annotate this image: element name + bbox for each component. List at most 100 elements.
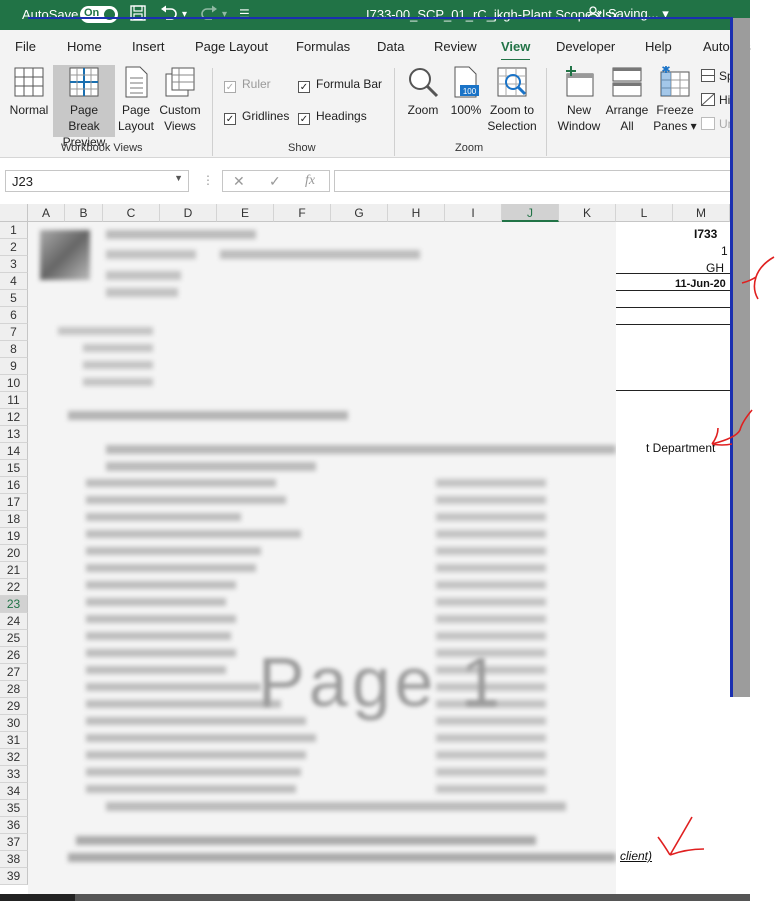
ruler-checkbox[interactable]: ✓ Ruler <box>224 77 271 93</box>
confirm-icon[interactable]: ✓ <box>269 173 281 190</box>
normal-view-button[interactable]: Normal <box>6 66 52 136</box>
tab-formulas[interactable]: Formulas <box>296 39 350 54</box>
sheet-tabs-strip[interactable] <box>0 894 75 901</box>
headings-checkbox[interactable]: ✓ Headings <box>298 109 367 125</box>
row-header-25[interactable]: 25 <box>0 630 28 647</box>
row-header-5[interactable]: 5 <box>0 290 28 307</box>
row-header-17[interactable]: 17 <box>0 494 28 511</box>
autosave-toggle[interactable]: On <box>80 6 118 23</box>
horizontal-scrollbar[interactable] <box>75 894 750 901</box>
row-header-22[interactable]: 22 <box>0 579 28 596</box>
cell-m1[interactable]: I733 <box>694 227 717 241</box>
row-header-32[interactable]: 32 <box>0 749 28 766</box>
row-header-11[interactable]: 11 <box>0 392 28 409</box>
row-header-14[interactable]: 14 <box>0 443 28 460</box>
row-header-23[interactable]: 23 <box>0 596 28 613</box>
tab-page-layout[interactable]: Page Layout <box>195 39 268 54</box>
tab-home[interactable]: Home <box>67 39 102 54</box>
row-header-30[interactable]: 30 <box>0 715 28 732</box>
gridlines-checkbox[interactable]: ✓ Gridlines <box>224 109 289 125</box>
row-header-26[interactable]: 26 <box>0 647 28 664</box>
column-header-d[interactable]: D <box>160 204 217 222</box>
row-header-20[interactable]: 20 <box>0 545 28 562</box>
undo-icon[interactable] <box>160 5 178 25</box>
row-header-10[interactable]: 10 <box>0 375 28 392</box>
row-header-29[interactable]: 29 <box>0 698 28 715</box>
row-header-9[interactable]: 9 <box>0 358 28 375</box>
row-header-18[interactable]: 18 <box>0 511 28 528</box>
row-header-19[interactable]: 19 <box>0 528 28 545</box>
row-header-3[interactable]: 3 <box>0 256 28 273</box>
row-header-12[interactable]: 12 <box>0 409 28 426</box>
zoom-100-button[interactable]: 100 100% <box>447 66 485 136</box>
cell-m4[interactable]: 11-Jun-20 <box>675 278 726 290</box>
row-header-27[interactable]: 27 <box>0 664 28 681</box>
row-header-6[interactable]: 6 <box>0 307 28 324</box>
formula-bar-checkbox[interactable]: ✓ Formula Bar <box>298 77 382 93</box>
row-header-2[interactable]: 2 <box>0 239 28 256</box>
row-header-35[interactable]: 35 <box>0 800 28 817</box>
column-header-e[interactable]: E <box>217 204 274 222</box>
name-box[interactable]: J23 ▼ <box>5 170 189 192</box>
chevron-down-icon[interactable]: ▼ <box>174 173 183 183</box>
row-header-7[interactable]: 7 <box>0 324 28 341</box>
tab-review[interactable]: Review <box>434 39 477 54</box>
column-header-a[interactable]: A <box>28 204 65 222</box>
page-layout-icon <box>125 66 148 98</box>
row-header-1[interactable]: 1 <box>0 222 28 239</box>
redo-icon[interactable] <box>200 5 218 25</box>
column-header-m[interactable]: M <box>673 204 730 222</box>
tab-file[interactable]: File <box>15 39 36 54</box>
function-icon[interactable]: fx <box>305 173 315 189</box>
tab-insert[interactable]: Insert <box>132 39 165 54</box>
resize-handle[interactable]: ⋮ <box>202 173 214 187</box>
page-layout-button[interactable]: Page Layout <box>116 66 156 136</box>
cell-l37[interactable]: client) <box>620 849 652 863</box>
row-header-4[interactable]: 4 <box>0 273 28 290</box>
tab-data[interactable]: Data <box>377 39 404 54</box>
custom-views-button[interactable]: Custom Views <box>157 66 203 136</box>
column-header-g[interactable]: G <box>331 204 388 222</box>
tab-view[interactable]: View <box>501 39 531 62</box>
sheet-page-area[interactable]: Page 1 I733 1 GH 11-Jun-20 t Department … <box>28 222 732 901</box>
cell-l13[interactable]: t Department <box>646 441 715 455</box>
cancel-icon[interactable]: ✕ <box>233 173 245 190</box>
row-header-15[interactable]: 15 <box>0 460 28 477</box>
column-header-i[interactable]: I <box>445 204 502 222</box>
column-header-k[interactable]: K <box>559 204 616 222</box>
freeze-panes-button[interactable]: ✱ Freeze Panes ▾ <box>652 66 698 136</box>
row-header-38[interactable]: 38 <box>0 851 28 868</box>
tab-developer[interactable]: Developer <box>556 39 615 54</box>
row-header-31[interactable]: 31 <box>0 732 28 749</box>
arrange-all-button[interactable]: Arrange All <box>604 66 650 136</box>
page-break-preview-button[interactable]: Page Break Preview <box>53 65 115 149</box>
row-header-34[interactable]: 34 <box>0 783 28 800</box>
row-header-39[interactable]: 39 <box>0 868 28 885</box>
row-header-37[interactable]: 37 <box>0 834 28 851</box>
row-header-16[interactable]: 16 <box>0 477 28 494</box>
column-header-c[interactable]: C <box>103 204 160 222</box>
tab-help[interactable]: Help <box>645 39 672 54</box>
zoom-button[interactable]: Zoom <box>402 66 444 136</box>
new-window-button[interactable]: New Window <box>556 66 602 136</box>
column-header-l[interactable]: L <box>616 204 673 222</box>
column-header-b[interactable]: B <box>65 204 103 222</box>
select-all-corner[interactable] <box>0 204 28 222</box>
row-header-33[interactable]: 33 <box>0 766 28 783</box>
coauthor-icon[interactable] <box>587 6 602 23</box>
save-status[interactable]: Saving... ▾ <box>608 6 669 22</box>
save-icon[interactable] <box>130 5 146 25</box>
row-header-21[interactable]: 21 <box>0 562 28 579</box>
row-header-8[interactable]: 8 <box>0 341 28 358</box>
column-header-f[interactable]: F <box>274 204 331 222</box>
row-header-28[interactable]: 28 <box>0 681 28 698</box>
row-header-13[interactable]: 13 <box>0 426 28 443</box>
row-header-36[interactable]: 36 <box>0 817 28 834</box>
cell-m2[interactable]: 1 <box>721 244 728 258</box>
cell-m3[interactable]: GH <box>706 261 724 275</box>
formula-input[interactable] <box>334 170 750 192</box>
column-header-j[interactable]: J <box>502 204 559 222</box>
zoom-to-selection-button[interactable]: Zoom to Selection <box>486 66 538 136</box>
column-header-h[interactable]: H <box>388 204 445 222</box>
row-header-24[interactable]: 24 <box>0 613 28 630</box>
